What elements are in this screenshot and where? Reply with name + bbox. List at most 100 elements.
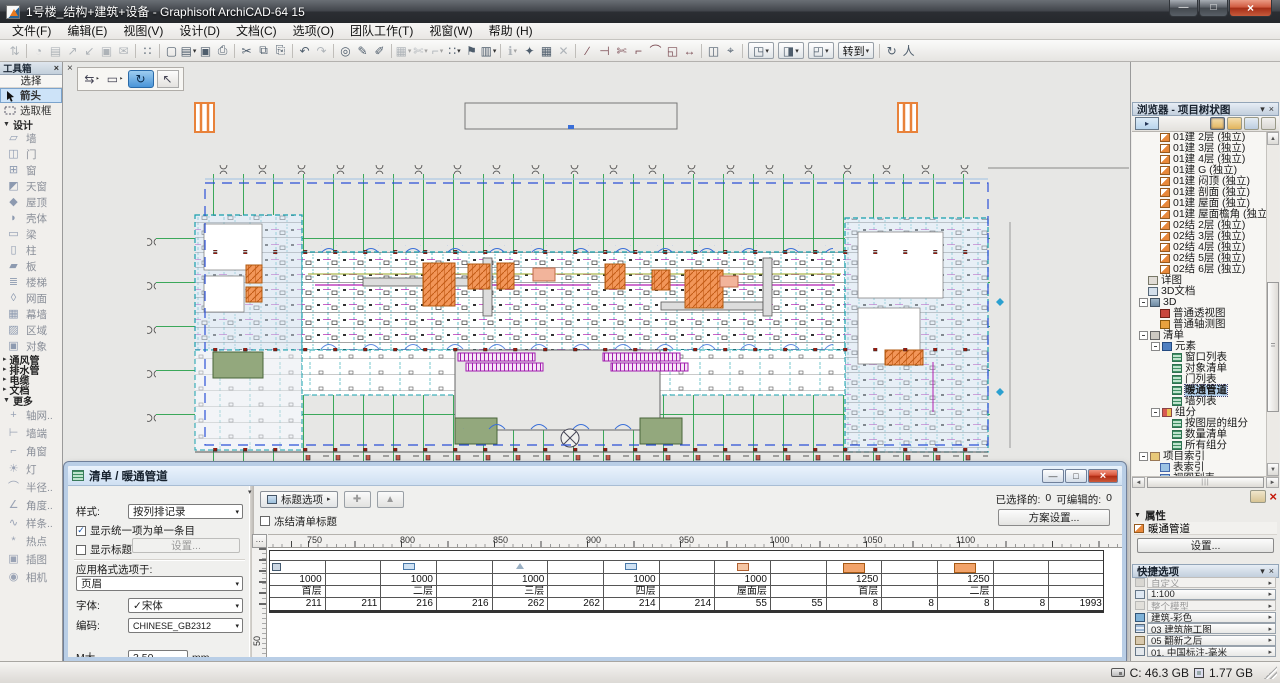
schedule-cell[interactable]: 1250: [827, 574, 883, 585]
toolbox-tool[interactable]: + 轴网..: [0, 406, 62, 424]
navigator-horizontal-scrollbar[interactable]: ◄ ||| ►: [1132, 476, 1279, 488]
schedule-cell[interactable]: [771, 574, 827, 585]
schedule-cell[interactable]: [771, 561, 827, 573]
toolbox-tool[interactable]: ◆ 屋顶: [0, 194, 62, 210]
toolbox-tool[interactable]: ⌒ 半径..: [0, 478, 62, 496]
view-map-icon[interactable]: [1227, 117, 1242, 130]
design-section-header[interactable]: ▼ 设计: [0, 118, 62, 130]
toolbar-icon[interactable]: ▤: [47, 42, 64, 60]
toolbar-icon[interactable]: ⚑: [463, 42, 480, 60]
schedule-cell[interactable]: 262: [548, 598, 604, 610]
toolbar-icon[interactable]: [289, 42, 296, 60]
toolbar-icon[interactable]: [330, 42, 337, 60]
toolbar-icon[interactable]: ▦: [538, 42, 555, 60]
toolbox-tool[interactable]: ◉ 相机: [0, 568, 62, 586]
apply-format-dropdown[interactable]: 页眉▾: [76, 576, 243, 591]
schedule-cell[interactable]: [548, 574, 604, 585]
toolbar-icon[interactable]: ⎘: [272, 42, 289, 60]
header-settings-button[interactable]: 设置...: [132, 538, 240, 553]
quick-option[interactable]: 03 建筑施工图 ▸: [1133, 623, 1278, 635]
toolbar-icon[interactable]: [698, 42, 705, 60]
toolbox-tool[interactable]: ▦ 幕墙: [0, 306, 62, 322]
navigator-tree-item[interactable]: 清单: [1132, 330, 1266, 341]
toolbox-tool[interactable]: ⊞ 窗: [0, 162, 62, 178]
schedule-cell[interactable]: [1049, 561, 1105, 573]
navigator-view-combo[interactable]: ▸: [1135, 117, 1159, 130]
menu-item[interactable]: 文档(C): [228, 23, 285, 39]
arrow-tool[interactable]: 箭头: [0, 88, 62, 103]
schedule-cell[interactable]: 8: [882, 598, 938, 610]
delete-icon[interactable]: ×: [1269, 490, 1277, 503]
schedule-cell[interactable]: 首层: [270, 586, 326, 597]
quick-option[interactable]: 05 翻新之后 ▸: [1133, 635, 1278, 647]
menu-item[interactable]: 团队工作(T): [342, 23, 421, 39]
quick-option[interactable]: 整个模型 ▸: [1133, 600, 1278, 612]
toolbar-icon[interactable]: [156, 42, 163, 60]
menu-item[interactable]: 设计(D): [171, 23, 228, 39]
more-section-header[interactable]: ▼ 更多: [0, 394, 62, 406]
schedule-cell[interactable]: [381, 561, 437, 573]
schedule-cell[interactable]: [548, 561, 604, 573]
toolbar-icon[interactable]: ✕: [555, 42, 572, 60]
toolbar-icon[interactable]: ↗: [64, 42, 81, 60]
schedule-cell[interactable]: 55: [715, 598, 771, 610]
maximize-button[interactable]: □: [1199, 0, 1228, 17]
panel-collapse-icon[interactable]: ▾: [248, 488, 252, 496]
toolbox-tool[interactable]: ⊢ 墙端: [0, 424, 62, 442]
navigator-tree-item[interactable]: 02结 6层 (独立): [1132, 264, 1266, 275]
toolbar-icon[interactable]: ∷ ▾: [446, 42, 463, 60]
layout-book-icon[interactable]: [1244, 117, 1259, 130]
toolbar-icon[interactable]: ✂: [238, 42, 255, 60]
schedule-cell[interactable]: 214: [660, 598, 716, 610]
scheme-settings-button[interactable]: 方案设置...: [998, 509, 1110, 526]
toolbar-icon[interactable]: ◨ ▾: [778, 42, 804, 59]
schedule-cell[interactable]: [994, 574, 1050, 585]
toolbar-icon[interactable]: [388, 42, 395, 60]
toolbar-icon[interactable]: ∷: [139, 42, 156, 60]
schedule-cell[interactable]: [1049, 586, 1105, 597]
toolbar-icon[interactable]: ▣: [98, 42, 115, 60]
schedule-cell[interactable]: 55: [771, 598, 827, 610]
toolbar-icon[interactable]: [876, 42, 883, 60]
menu-item[interactable]: 文件(F): [4, 23, 59, 39]
menu-item[interactable]: 编辑(E): [59, 23, 115, 39]
toolbar-icon[interactable]: ⧉: [255, 42, 272, 60]
schedule-cell[interactable]: [994, 586, 1050, 597]
navigator-vertical-scrollbar[interactable]: ▲ ▼: [1266, 132, 1279, 476]
toolbox-tool[interactable]: ▨ 区域: [0, 322, 62, 338]
project-map-icon[interactable]: [1210, 117, 1225, 130]
uniform-items-checkbox[interactable]: ✓: [76, 526, 86, 536]
schedule-cell[interactable]: 1000: [604, 574, 660, 585]
toolbar-icon[interactable]: [497, 42, 504, 60]
schedule-cell[interactable]: 1000: [270, 574, 326, 585]
schedule-cell[interactable]: 二层: [381, 586, 437, 597]
schedule-cell[interactable]: 1000: [493, 574, 549, 585]
toolbar-icon[interactable]: 人: [900, 42, 917, 60]
horizontal-ruler[interactable]: 750800850900950100010501100: [268, 534, 1122, 548]
toolbar-icon[interactable]: ⎙: [214, 42, 231, 60]
toolbox-tool[interactable]: ▭ 梁: [0, 226, 62, 242]
schedule-cell[interactable]: 1000: [381, 574, 437, 585]
toolbar-icon[interactable]: ⌐ ▾: [429, 42, 446, 60]
menu-item[interactable]: 选项(O): [285, 23, 342, 39]
toolbar-icon[interactable]: ✦: [521, 42, 538, 60]
schedule-cell[interactable]: [771, 586, 827, 597]
navigator-close-icon[interactable]: ×: [1269, 104, 1274, 114]
schedule-cell[interactable]: 216: [437, 598, 493, 610]
schedule-cell[interactable]: [270, 561, 326, 573]
schedule-cell[interactable]: [326, 586, 382, 597]
toolbox-tool[interactable]: ◊ 网面: [0, 290, 62, 306]
toolbar-icon[interactable]: [739, 42, 746, 60]
title-bar[interactable]: 1号楼_结构+建筑+设备 - Graphisoft ArchiCAD-64 15…: [0, 0, 1280, 23]
schedule-cell[interactable]: [882, 561, 938, 573]
schedule-cell[interactable]: 8: [994, 598, 1050, 610]
schedule-cell[interactable]: 211: [326, 598, 382, 610]
toolbar-icon[interactable]: ↷: [313, 42, 330, 60]
schedule-cell[interactable]: [882, 586, 938, 597]
quick-option[interactable]: 自定义 ▸: [1133, 577, 1278, 589]
schedule-cell[interactable]: [493, 561, 549, 573]
schedule-cell[interactable]: [660, 561, 716, 573]
resize-grip[interactable]: [1264, 666, 1277, 679]
schedule-cell[interactable]: 8: [827, 598, 883, 610]
navigator-tree-item[interactable]: 详图: [1132, 275, 1266, 286]
